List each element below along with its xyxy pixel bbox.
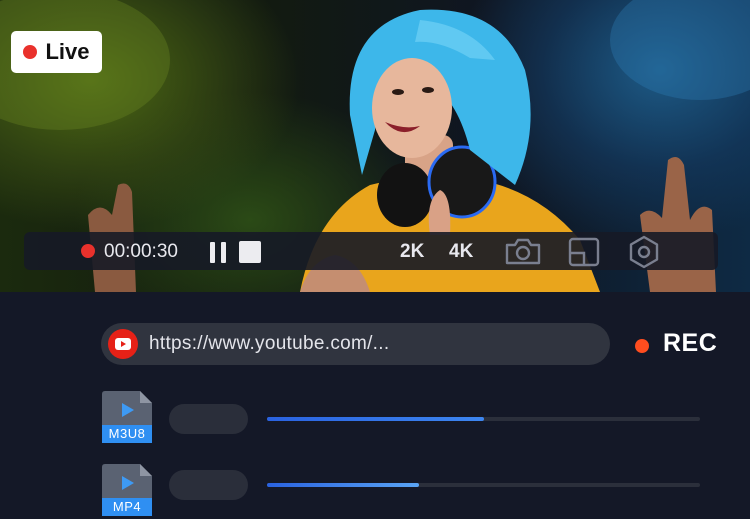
recording-timer: 00:00:30 (104, 241, 178, 262)
download-progress-track (267, 483, 700, 487)
recording-dot-icon (81, 244, 95, 258)
download-progress-fill (267, 417, 484, 421)
file-row: M3U8 (0, 391, 750, 451)
video-preview[interactable]: Live 00:00:30 2K 4K (0, 0, 750, 292)
rec-dot-icon (635, 339, 649, 353)
live-indicator-dot (23, 45, 38, 59)
settings-icon[interactable] (627, 235, 661, 269)
file-row: MP4 (0, 464, 750, 519)
url-input[interactable]: https://www.youtube.com/... (101, 323, 610, 365)
camera-icon[interactable] (503, 236, 543, 266)
quality-4k-button[interactable]: 4K (449, 241, 473, 263)
file-name-placeholder (169, 470, 248, 500)
download-progress-track (267, 417, 700, 421)
url-value: https://www.youtube.com/... (149, 333, 390, 354)
file-name-placeholder (169, 404, 248, 434)
youtube-icon (108, 329, 138, 359)
stop-icon[interactable] (239, 241, 261, 263)
app-screen: Live 00:00:30 2K 4K https://www.youtube.… (0, 0, 750, 519)
mp4-file-icon: MP4 (102, 464, 152, 516)
download-progress-fill (267, 483, 419, 487)
playback-control-bar: 00:00:30 2K 4K (24, 232, 718, 270)
file-format-label: MP4 (102, 498, 152, 516)
recorder-panel: https://www.youtube.com/... REC M3U8 MP4 (0, 292, 750, 519)
rec-button[interactable]: REC (663, 329, 717, 358)
m3u8-file-icon: M3U8 (102, 391, 152, 443)
live-badge: Live (11, 31, 102, 73)
pause-icon[interactable] (210, 242, 230, 263)
file-format-label: M3U8 (102, 425, 152, 443)
crop-icon[interactable] (567, 236, 601, 268)
live-label: Live (45, 39, 90, 64)
quality-2k-button[interactable]: 2K (400, 241, 424, 263)
